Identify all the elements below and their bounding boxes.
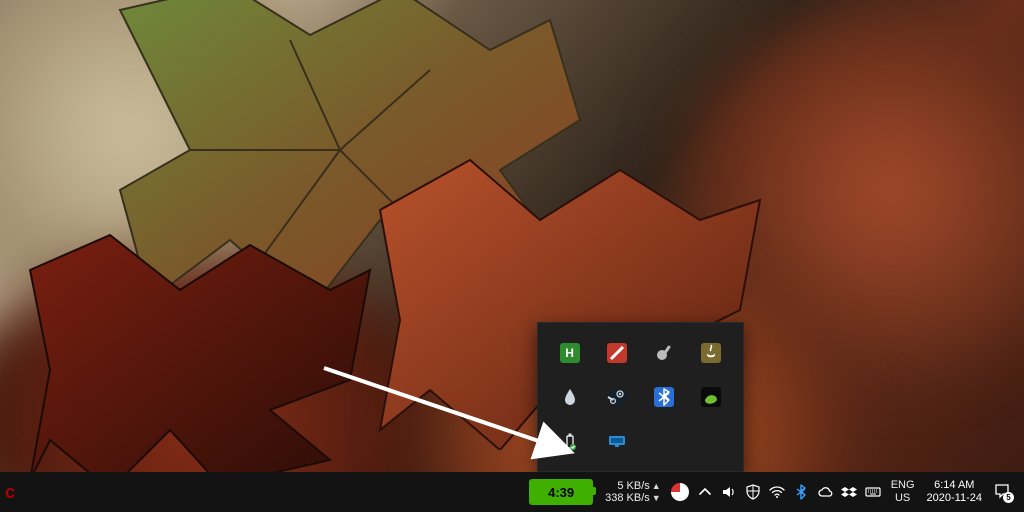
shield-icon [745,484,761,500]
cloud-icon [817,484,833,500]
bluetooth-icon [793,484,809,500]
network-speed-meter[interactable]: 5 KB/s▲ 338 KB/s▼ [599,472,667,512]
dropbox-tray[interactable] [837,472,861,512]
keyboard-icon [865,484,881,500]
tray-empty-slot [643,421,686,461]
tray-empty-slot [690,421,733,461]
tray-overflow-chevron[interactable] [693,472,717,512]
wifi-status[interactable] [765,472,789,512]
touch-keyboard[interactable] [861,472,885,512]
notification-count-badge: 5 [1003,492,1014,503]
arrow-down-icon: ▼ [652,492,661,504]
tray-app-steam[interactable] [595,377,638,417]
chevron-up-icon [697,484,713,500]
clock-time: 6:14 AM [934,479,974,492]
tray-app-satellite[interactable] [643,333,686,373]
taskbar: c 4:39 5 KB/s▲ 338 KB/s▼ ENG US [0,472,1024,512]
net-down-value: 338 KB/s [605,492,650,504]
lang-code: ENG [891,479,915,492]
desktop-wallpaper [0,0,1024,512]
lang-region: US [895,492,910,505]
speaker-icon [721,484,737,500]
taskbar-left-accent[interactable]: c [0,472,20,512]
tray-app-blocker[interactable] [595,333,638,373]
tray-safely-remove-hardware[interactable] [548,421,591,461]
volume-control[interactable] [717,472,741,512]
tray-overflow-popup: H [537,322,744,472]
dropbox-icon [841,484,857,500]
cloud-sync[interactable] [813,472,837,512]
tray-app-java[interactable] [690,333,733,373]
security-center[interactable] [741,472,765,512]
wifi-icon [769,484,785,500]
tray-app-nvidia[interactable] [690,377,733,417]
input-language[interactable]: ENG US [885,472,921,512]
battery-indicator[interactable]: 4:39 [523,472,599,512]
system-clock[interactable]: 6:14 AM 2020-11-24 [921,472,988,512]
arrow-up-icon: ▲ [652,480,661,492]
tray-app-autohotkey[interactable]: H [548,333,591,373]
net-up-value: 5 KB/s [617,480,649,492]
tray-display-settings[interactable] [595,421,638,461]
tray-app-droplet[interactable] [548,377,591,417]
disk-usage-pie[interactable] [667,472,693,512]
action-center[interactable]: 5 [988,472,1018,512]
bluetooth-status[interactable] [789,472,813,512]
tray-app-bluetooth[interactable] [643,377,686,417]
clock-date: 2020-11-24 [927,492,982,505]
